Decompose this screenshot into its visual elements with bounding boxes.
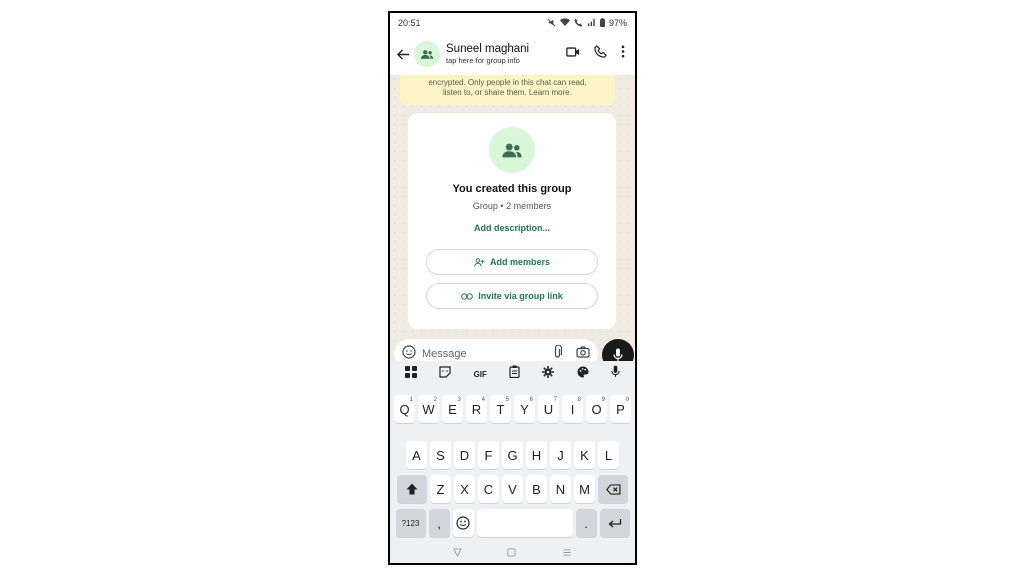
video-call-icon[interactable] xyxy=(566,45,580,63)
back-triangle-icon[interactable] xyxy=(453,548,462,560)
period-key[interactable]: . xyxy=(575,509,597,537)
invite-via-link-button[interactable]: Invite via group link xyxy=(426,283,598,309)
battery-icon xyxy=(599,17,605,29)
add-description-link[interactable]: Add description... xyxy=(408,223,616,233)
enter-key[interactable] xyxy=(599,509,630,537)
more-options-icon[interactable] xyxy=(621,45,625,63)
encryption-notice[interactable]: encrypted. Only people in this chat can … xyxy=(400,75,615,105)
key-f[interactable]: F xyxy=(478,441,499,469)
key-x[interactable]: X xyxy=(454,475,475,503)
key-o[interactable]: O9 xyxy=(586,395,607,423)
keyboard-row-4: ?123 , . xyxy=(390,509,635,537)
key-r[interactable]: R4 xyxy=(466,395,487,423)
key-u[interactable]: U7 xyxy=(538,395,559,423)
clipboard-icon[interactable] xyxy=(509,365,520,383)
link-icon xyxy=(461,292,474,300)
key-d[interactable]: D xyxy=(454,441,475,469)
chat-name: Suneel maghani xyxy=(446,43,530,55)
phone-screen: 20:51 97% Suneel maghani tap here for gr… xyxy=(388,11,637,565)
key-n[interactable]: N xyxy=(550,475,571,503)
group-created-card: You created this group Group • 2 members… xyxy=(408,113,616,329)
group-created-title: You created this group xyxy=(452,183,572,195)
group-avatar-large xyxy=(489,127,535,173)
group-members-count: Group • 2 members xyxy=(472,201,552,211)
chat-header: Suneel maghani tap here for group info xyxy=(390,33,635,75)
battery-percent: 97% xyxy=(608,18,627,28)
chat-area: encrypted. Only people in this chat can … xyxy=(390,75,635,375)
chat-subtitle: tap here for group info xyxy=(446,56,520,65)
key-a[interactable]: A xyxy=(406,441,427,469)
keyboard-row-2: A S D F G H J K L xyxy=(390,441,635,469)
keyboard: GIF Q1 W2 E3 R4 T5 Y6 U7 I8 O9 P0 A S D … xyxy=(390,361,635,563)
enter-arrow-icon xyxy=(608,518,621,527)
key-t[interactable]: T5 xyxy=(490,395,511,423)
group-icon xyxy=(420,49,434,59)
add-person-icon xyxy=(474,257,485,266)
key-g[interactable]: G xyxy=(502,441,523,469)
symbols-key[interactable]: ?123 xyxy=(395,509,426,537)
backspace-icon xyxy=(605,483,621,495)
key-y[interactable]: Y6 xyxy=(514,395,535,423)
shift-arrow-icon xyxy=(406,483,418,495)
key-b[interactable]: B xyxy=(526,475,547,503)
backspace-key[interactable] xyxy=(598,475,628,503)
key-w[interactable]: W2 xyxy=(418,395,439,423)
wifi-icon xyxy=(559,17,570,29)
cell-signal-icon xyxy=(587,18,596,29)
chat-title-area[interactable]: Suneel maghani tap here for group info xyxy=(446,43,566,65)
key-v[interactable]: V xyxy=(502,475,523,503)
mute-icon xyxy=(547,18,556,29)
group-icon xyxy=(502,143,522,157)
key-m[interactable]: M xyxy=(574,475,595,503)
settings-gear-icon[interactable] xyxy=(542,365,555,383)
key-l[interactable]: L xyxy=(598,441,619,469)
home-square-icon[interactable] xyxy=(507,548,517,560)
system-nav-bar xyxy=(390,543,635,563)
keyboard-sticker-icon[interactable] xyxy=(439,365,451,383)
comma-key[interactable]: , xyxy=(428,509,450,537)
keyboard-mic-icon[interactable] xyxy=(611,365,620,383)
back-arrow-icon[interactable] xyxy=(394,45,412,63)
add-members-button[interactable]: Add members xyxy=(426,249,598,275)
shift-key[interactable] xyxy=(397,475,427,503)
message-input[interactable]: Message xyxy=(422,348,553,360)
key-c[interactable]: C xyxy=(478,475,499,503)
emoji-icon xyxy=(456,516,470,530)
key-j[interactable]: J xyxy=(550,441,571,469)
call-signal-icon xyxy=(574,18,583,29)
theme-palette-icon[interactable] xyxy=(577,365,589,383)
keyboard-row-3: Z X C V B N M xyxy=(390,475,635,503)
key-p[interactable]: P0 xyxy=(610,395,631,423)
voice-call-icon[interactable] xyxy=(594,45,607,63)
key-s[interactable]: S xyxy=(430,441,451,469)
keyboard-row-1: Q1 W2 E3 R4 T5 Y6 U7 I8 O9 P0 xyxy=(390,395,635,423)
gif-button[interactable]: GIF xyxy=(474,370,487,379)
space-bar[interactable] xyxy=(476,509,573,537)
microphone-icon xyxy=(613,348,623,361)
recents-lines-icon[interactable] xyxy=(562,548,572,560)
status-time: 20:51 xyxy=(398,18,421,28)
key-i[interactable]: I8 xyxy=(562,395,583,423)
apps-grid-icon[interactable] xyxy=(405,365,418,383)
keyboard-toolbar: GIF xyxy=(390,361,635,387)
status-bar: 20:51 97% xyxy=(390,13,635,33)
group-avatar[interactable] xyxy=(414,41,440,67)
key-h[interactable]: H xyxy=(526,441,547,469)
key-z[interactable]: Z xyxy=(430,475,451,503)
key-q[interactable]: Q1 xyxy=(394,395,415,423)
emoji-key[interactable] xyxy=(452,509,474,537)
key-k[interactable]: K xyxy=(574,441,595,469)
key-e[interactable]: E3 xyxy=(442,395,463,423)
